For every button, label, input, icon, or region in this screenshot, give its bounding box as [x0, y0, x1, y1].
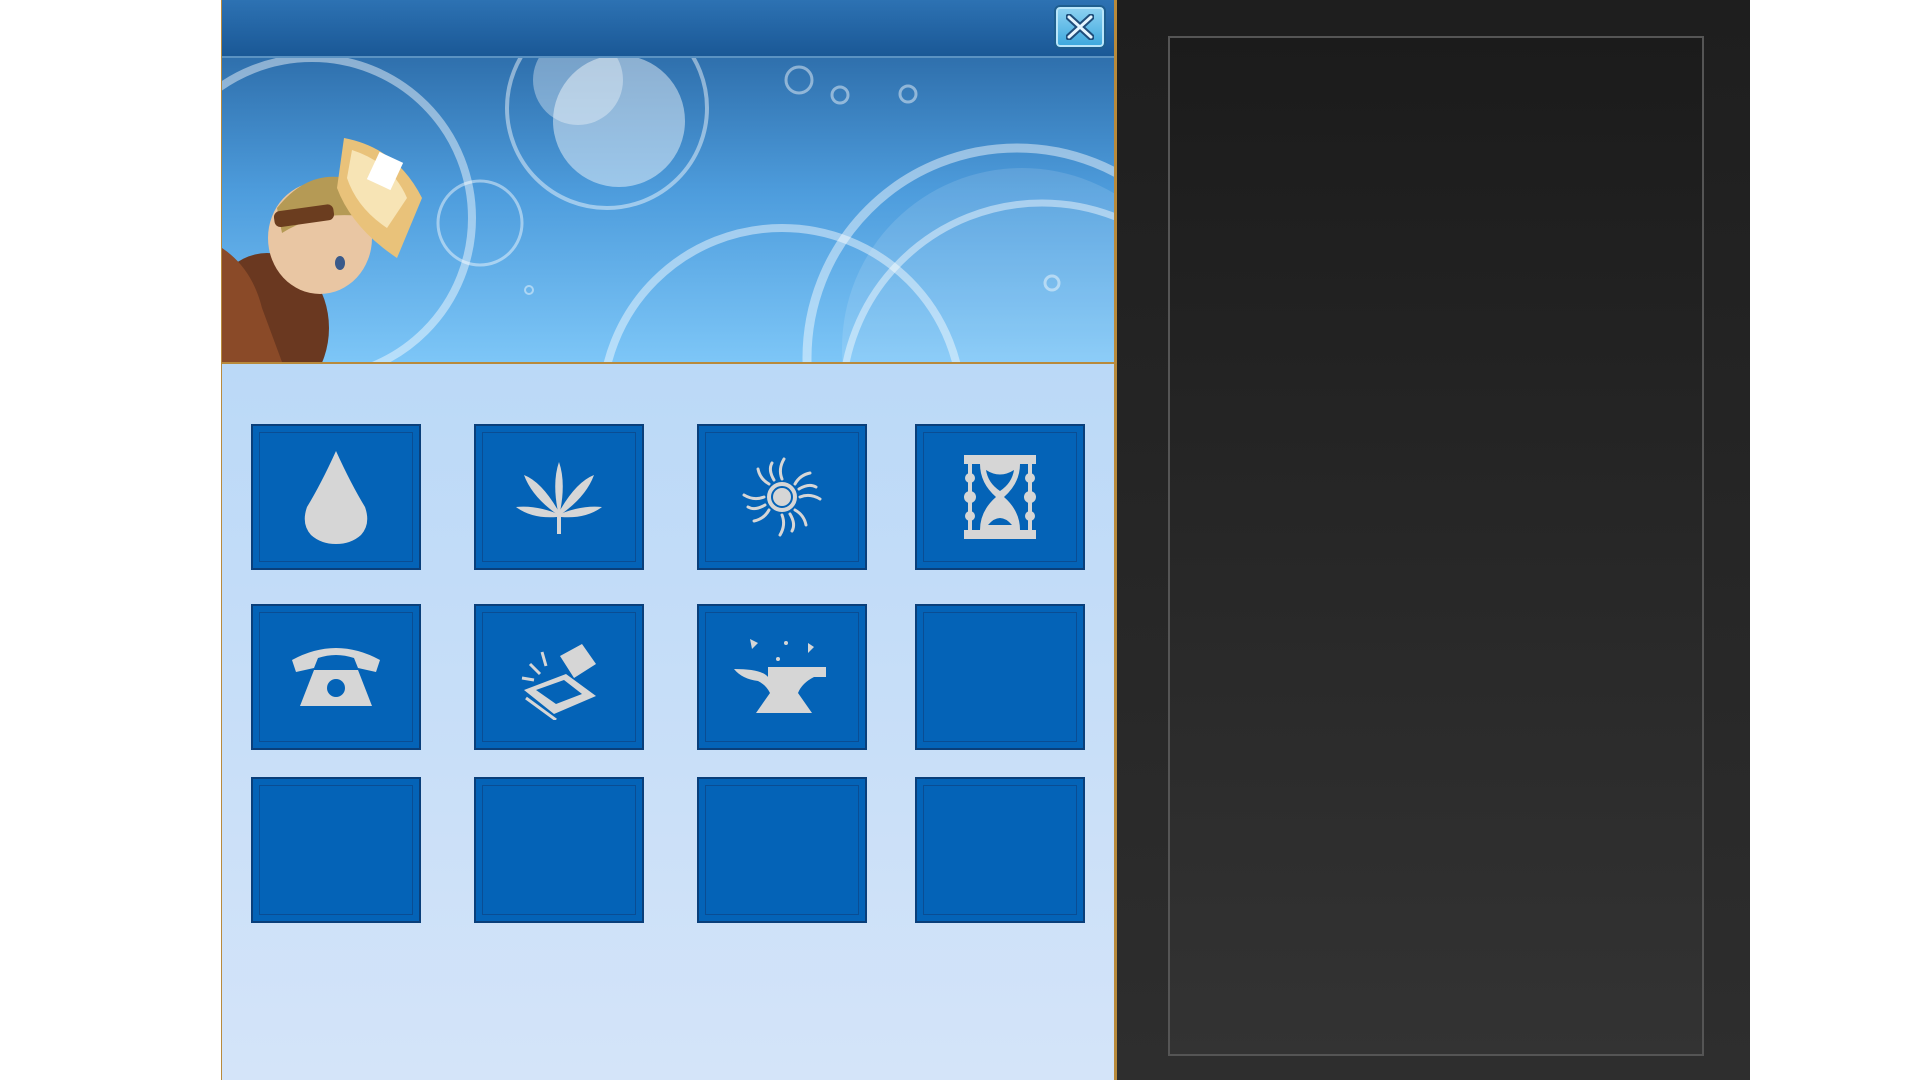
slot-water[interactable] [251, 424, 421, 570]
slot-anvil[interactable] [697, 604, 867, 750]
close-button[interactable] [1054, 5, 1106, 49]
slot-empty[interactable] [697, 777, 867, 923]
panel-title-bar [222, 0, 1114, 58]
game-screen [0, 0, 1920, 1080]
detail-panel [1117, 0, 1750, 1080]
slot-telephone[interactable] [251, 604, 421, 750]
slot-leaf[interactable] [474, 424, 644, 570]
character-avatar [222, 138, 422, 362]
close-icon [1066, 14, 1094, 40]
slot-empty[interactable] [474, 777, 644, 923]
water-drop-icon [304, 451, 368, 544]
slot-empty[interactable] [915, 777, 1085, 923]
trap-icon [521, 644, 596, 720]
sun-icon [742, 457, 822, 537]
banner-image [222, 58, 1114, 364]
slot-empty[interactable] [915, 604, 1085, 750]
leaf-icon [516, 462, 602, 534]
telephone-icon [292, 648, 380, 706]
slot-hourglass[interactable] [915, 424, 1085, 570]
item-selection-panel [221, 0, 1117, 1080]
detail-frame [1168, 36, 1704, 1056]
slot-empty[interactable] [251, 777, 421, 923]
anvil-icon [734, 639, 826, 713]
slot-trap[interactable] [474, 604, 644, 750]
slot-sun[interactable] [697, 424, 867, 570]
hourglass-icon [964, 455, 1036, 539]
